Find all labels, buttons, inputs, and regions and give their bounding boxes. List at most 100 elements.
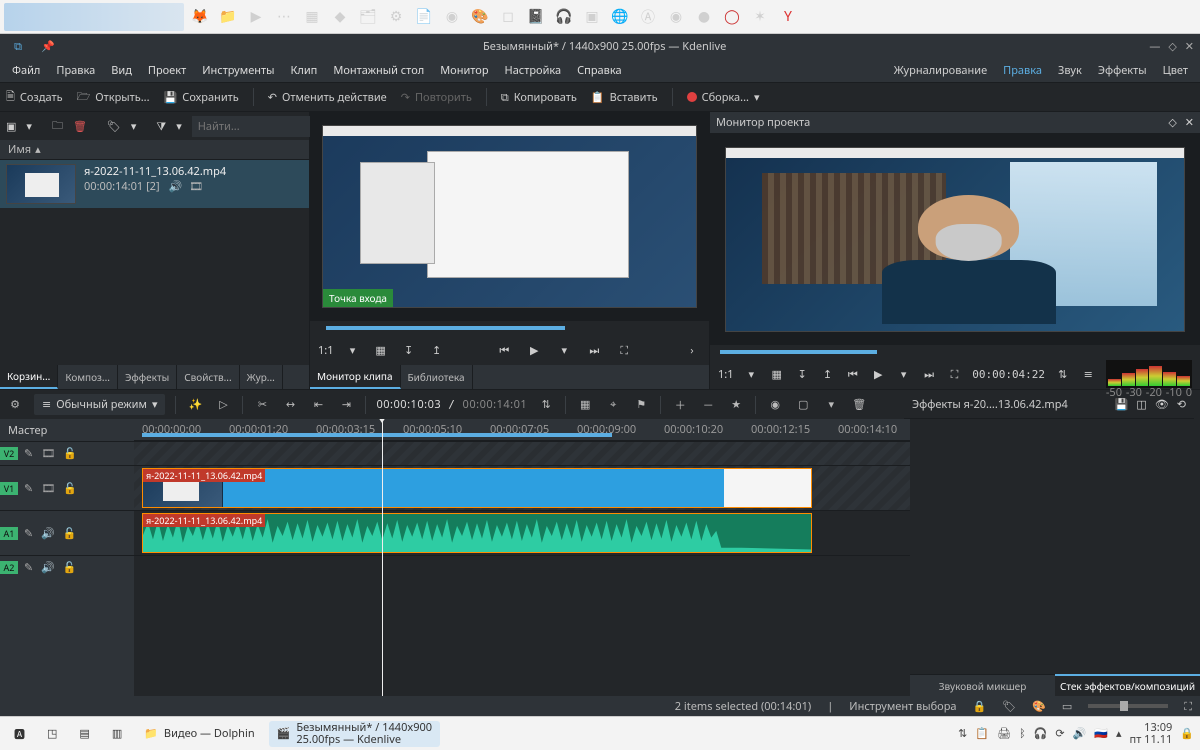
tl-select-icon[interactable]: ▷ bbox=[214, 397, 232, 412]
pm-forward-icon[interactable]: ⏭ bbox=[921, 365, 936, 383]
menu-project[interactable]: Проект bbox=[140, 58, 194, 82]
taskbar-icon-office[interactable]: 📄 bbox=[412, 5, 436, 29]
tray-bluetooth-icon[interactable]: ᛒ bbox=[1019, 726, 1026, 741]
tray-update-icon[interactable]: ⟳ bbox=[1055, 726, 1064, 741]
bin-item[interactable]: я-2022-11-11_13.06.42.mp4 00:00:14:01 [2… bbox=[0, 160, 309, 208]
window-close-button[interactable]: ✕ bbox=[1185, 39, 1194, 54]
tl-fx-icon[interactable]: ✨ bbox=[186, 397, 204, 412]
pin-icon[interactable]: 📌 bbox=[36, 34, 60, 58]
open-button[interactable]: 🗁Открыть... bbox=[77, 88, 150, 107]
pm-rewind-icon[interactable]: ⏮ bbox=[845, 365, 860, 383]
tray-flag-icon[interactable]: 🇷🇺 bbox=[1094, 726, 1108, 741]
taskbar-icon-apps[interactable]: ▦ bbox=[300, 5, 324, 29]
menu-clip[interactable]: Клип bbox=[283, 58, 326, 82]
track-fx-icon[interactable]: ✎ bbox=[24, 560, 33, 575]
status-lock-icon[interactable]: 🔒 bbox=[973, 699, 987, 714]
new-button[interactable]: 🗎Создать bbox=[6, 88, 63, 107]
lock-icon[interactable]: 🔓 bbox=[63, 481, 77, 496]
timeline-clip-audio[interactable]: я-2022-11-11_13.06.42.mp4 bbox=[142, 513, 812, 553]
menu-tools[interactable]: Инструменты bbox=[194, 58, 282, 82]
edit-mode-button[interactable]: ≡ Обычный режим ▾ bbox=[34, 394, 165, 415]
tray-network-icon[interactable]: ⇅ bbox=[958, 726, 967, 741]
taskbar-icon-folder[interactable]: 🗂 bbox=[356, 5, 380, 29]
window-minimize-button[interactable]: — bbox=[1149, 39, 1160, 54]
track-fx-icon[interactable]: ✎ bbox=[24, 481, 33, 496]
taskbar-icon-kde[interactable]: ◆ bbox=[328, 5, 352, 29]
spacer-icon[interactable]: ↔ bbox=[281, 397, 299, 412]
tab-audio-mixer[interactable]: Звуковой микшер bbox=[910, 674, 1055, 696]
taskbar-icon-terminal[interactable]: ▶ bbox=[244, 5, 268, 29]
tab-bin[interactable]: Корзин... bbox=[0, 365, 58, 389]
timeline-tracks-area[interactable]: 00:00:00:00 00:00:01:20 00:00:03:15 00:0… bbox=[134, 419, 910, 696]
insert-icon[interactable]: ⇤ bbox=[309, 397, 327, 412]
lock-icon[interactable]: 🔓 bbox=[63, 526, 77, 541]
tl-fav-icon[interactable]: ★ bbox=[727, 397, 745, 412]
clip-monitor-ruler[interactable] bbox=[310, 321, 709, 335]
bin-tag-dd-icon[interactable]: ▾ bbox=[131, 119, 137, 134]
cut-icon[interactable]: ✂ bbox=[253, 397, 271, 412]
layout-editing[interactable]: Правка bbox=[995, 58, 1050, 82]
tab-effects[interactable]: Эффекты bbox=[118, 365, 177, 389]
bin-filter-dd-icon[interactable]: ▾ bbox=[176, 119, 182, 134]
pm-zoom-dd-icon[interactable]: ▾ bbox=[744, 365, 759, 383]
track-fx-icon[interactable]: ✎ bbox=[24, 526, 33, 541]
taskbar-icon-firefox[interactable]: 🦊 bbox=[188, 5, 212, 29]
taskbar-icon-settings[interactable]: ⚙ bbox=[384, 5, 408, 29]
tray-volume-icon[interactable]: 🔊 bbox=[1073, 726, 1087, 741]
pm-menu-icon[interactable]: ≡ bbox=[1080, 365, 1095, 383]
tl-marker-icon[interactable]: ⚑ bbox=[632, 397, 650, 412]
track-header-v1[interactable]: V1 ✎🎞🔓 bbox=[0, 465, 134, 510]
layout-audio[interactable]: Звук bbox=[1050, 58, 1090, 82]
track-v2[interactable] bbox=[134, 441, 910, 465]
panel-float-icon[interactable]: ◇ bbox=[1168, 115, 1176, 130]
lock-icon[interactable]: 🔓 bbox=[63, 446, 77, 461]
render-button[interactable]: Сборка...▾ bbox=[687, 90, 760, 105]
more-icon[interactable]: › bbox=[683, 341, 701, 359]
layout-effects[interactable]: Эффекты bbox=[1090, 58, 1155, 82]
pm-play-icon[interactable]: ▶ bbox=[871, 365, 886, 383]
tl-zoomout-icon[interactable]: － bbox=[699, 397, 717, 413]
menu-edit[interactable]: Правка bbox=[48, 58, 103, 82]
bin-folder-icon[interactable]: 🗀 bbox=[52, 117, 63, 136]
out-icon[interactable]: ↥ bbox=[428, 341, 446, 359]
effects-stack-body[interactable] bbox=[910, 419, 1200, 674]
taskbar-icon-yandex[interactable]: Y bbox=[776, 5, 800, 29]
lock-icon[interactable]: 🔓 bbox=[63, 560, 77, 575]
taskbar-icon-book[interactable]: 📓 bbox=[524, 5, 548, 29]
play-icon[interactable]: ▶ bbox=[525, 341, 543, 359]
render-dropdown-icon[interactable]: ▾ bbox=[754, 90, 760, 105]
timeline-clip-video[interactable]: я-2022-11-11_13.06.42.mp4 bbox=[142, 468, 812, 508]
tab-log[interactable]: Жур... bbox=[240, 365, 283, 389]
taskbar-icon-headset[interactable]: ◉ bbox=[440, 5, 464, 29]
bin-add-dd-icon[interactable]: ▾ bbox=[26, 119, 32, 134]
tab-library[interactable]: Библиотека bbox=[401, 365, 473, 389]
track-header-a1[interactable]: A1 ✎🔊🔓 bbox=[0, 510, 134, 555]
taskbar-icon-a[interactable]: Ⓐ bbox=[636, 5, 660, 29]
pm-out-icon[interactable]: ↥ bbox=[820, 365, 835, 383]
track-header-a2[interactable]: A2 ✎🔊🔓 bbox=[0, 555, 134, 579]
menu-file[interactable]: Файл bbox=[4, 58, 48, 82]
status-color-icon[interactable]: 🎨 bbox=[1032, 699, 1046, 714]
bin-delete-icon[interactable]: 🗑 bbox=[73, 119, 87, 134]
menu-timeline[interactable]: Монтажный стол bbox=[325, 58, 432, 82]
menu-help[interactable]: Справка bbox=[569, 58, 629, 82]
tl-config-icon[interactable]: ⚙ bbox=[6, 397, 24, 412]
status-thumb-icon[interactable]: ▭ bbox=[1062, 699, 1072, 714]
tab-clip-monitor[interactable]: Монитор клипа bbox=[310, 365, 401, 389]
copy-button[interactable]: ⧉Копировать bbox=[501, 90, 577, 105]
taskbar-icon-kde2[interactable]: ✶ bbox=[748, 5, 772, 29]
track-header-v2[interactable]: V2 ✎🎞🔓 bbox=[0, 441, 134, 465]
window-maximize-button[interactable]: ◇ bbox=[1168, 39, 1176, 54]
timeline-ruler[interactable]: 00:00:00:00 00:00:01:20 00:00:03:15 00:0… bbox=[134, 419, 910, 441]
tl-delete-icon[interactable]: 🗑 bbox=[850, 397, 868, 412]
overwrite-icon[interactable]: ⇥ bbox=[337, 397, 355, 412]
taskbar-icon-menu[interactable]: ⋯ bbox=[272, 5, 296, 29]
track-mute-icon[interactable]: 🔊 bbox=[41, 560, 55, 575]
rewind-icon[interactable]: ⏮ bbox=[495, 341, 513, 359]
taskbar-icon-marble[interactable]: 🌐 bbox=[608, 5, 632, 29]
tl-snap-icon[interactable]: ⌖ bbox=[604, 397, 622, 412]
launcher-icon[interactable]: ◳ bbox=[39, 721, 65, 747]
project-monitor-viewport[interactable] bbox=[710, 134, 1200, 345]
project-monitor-ruler[interactable] bbox=[710, 345, 1200, 359]
taskbar-icon-code[interactable]: ▣ bbox=[580, 5, 604, 29]
